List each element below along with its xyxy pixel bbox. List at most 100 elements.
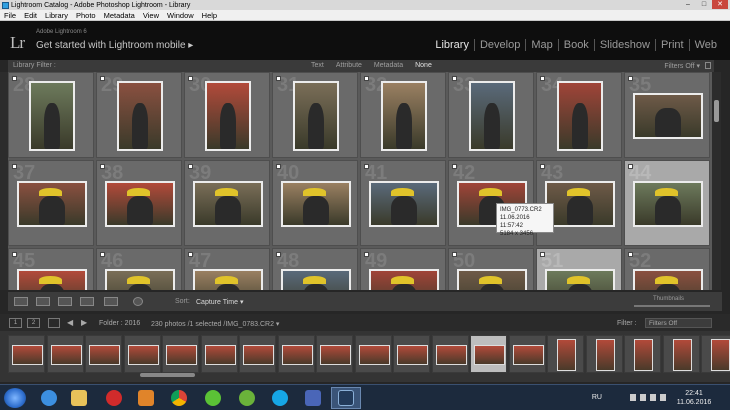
filmstrip-cell[interactable] <box>393 335 430 373</box>
clock[interactable]: 22:41 11.06.2016 <box>674 389 714 407</box>
filmstrip-cell[interactable] <box>431 335 469 373</box>
photo-thumbnail[interactable] <box>205 81 251 151</box>
main-window-button[interactable]: 1 <box>9 318 22 328</box>
menu-photo[interactable]: Photo <box>72 11 100 20</box>
filter-attribute[interactable]: Attribute <box>330 62 368 69</box>
photo-thumbnail[interactable] <box>105 181 175 227</box>
selection-info[interactable]: 230 photos /1 selected /IMG_0783.CR2 ▾ <box>151 320 279 328</box>
filmstrip-thumbnail[interactable] <box>512 345 544 365</box>
filmstrip-cell[interactable] <box>239 335 276 373</box>
grid-cell[interactable]: 51 <box>536 248 622 290</box>
grid-cell[interactable]: 37 <box>8 160 94 246</box>
grid-cell[interactable]: 40 <box>272 160 358 246</box>
grid-cell[interactable]: 33 <box>448 72 534 158</box>
back-arrow-icon[interactable]: ◀ <box>67 318 73 327</box>
flag-icon[interactable] <box>276 164 281 169</box>
grid-cell[interactable]: 44 <box>624 160 710 246</box>
filmstrip-scrollbar[interactable] <box>140 373 195 377</box>
filmstrip-cell[interactable] <box>470 335 507 373</box>
flag-icon[interactable] <box>628 76 633 81</box>
filmstrip-cell[interactable] <box>46 335 84 373</box>
filmstrip-cell[interactable] <box>316 335 353 373</box>
flag-icon[interactable] <box>100 76 105 81</box>
flag-icon[interactable] <box>628 164 633 169</box>
grid-view-icon[interactable] <box>14 297 28 306</box>
grid-cell[interactable]: 48 <box>272 248 358 290</box>
photo-thumbnail[interactable] <box>281 181 351 227</box>
grid-cell[interactable]: 49 <box>360 248 446 290</box>
grid-cell[interactable]: 32 <box>360 72 446 158</box>
photo-thumbnail[interactable] <box>17 181 87 227</box>
photo-thumbnail[interactable] <box>117 81 163 151</box>
filmstrip-filter-dropdown[interactable]: Filters Off <box>645 318 712 328</box>
flag-icon[interactable] <box>540 252 545 257</box>
filter-none[interactable]: None <box>409 62 438 69</box>
taskbar-skype[interactable] <box>265 387 295 409</box>
grid-cell[interactable]: 31 <box>272 72 358 158</box>
filmstrip-cell[interactable] <box>277 335 315 373</box>
forward-arrow-icon[interactable]: ▶ <box>81 318 87 327</box>
painter-icon[interactable] <box>133 297 143 306</box>
flag-icon[interactable] <box>276 76 281 81</box>
folder-source[interactable]: Folder : 2016 <box>99 320 140 327</box>
taskbar-icq[interactable] <box>198 387 228 409</box>
filmstrip-thumbnail[interactable] <box>672 339 692 371</box>
menu-edit[interactable]: Edit <box>20 11 41 20</box>
filmstrip-cell[interactable] <box>701 335 730 373</box>
taskbar-chrome[interactable] <box>164 387 194 409</box>
menu-window[interactable]: Window <box>163 11 198 20</box>
module-map[interactable]: Map <box>525 39 557 51</box>
left-panel-toggle[interactable] <box>0 72 8 290</box>
flag-icon[interactable] <box>188 76 193 81</box>
minimize-button[interactable]: – <box>680 0 696 9</box>
grid-cell[interactable]: 52 <box>624 248 710 290</box>
filmstrip-thumbnail[interactable] <box>166 345 197 365</box>
module-print[interactable]: Print <box>654 39 689 51</box>
grid-cell[interactable]: 29 <box>96 72 182 158</box>
flag-icon[interactable] <box>628 252 633 257</box>
filmstrip-thumbnail[interactable] <box>204 345 236 365</box>
close-button[interactable]: ✕ <box>712 0 728 9</box>
filmstrip-thumbnail[interactable] <box>595 339 615 371</box>
taskbar-utorrent[interactable] <box>232 387 262 409</box>
flag-icon[interactable] <box>364 76 369 81</box>
grid-scrollbar[interactable] <box>712 72 721 290</box>
flag-icon[interactable] <box>540 76 545 81</box>
filmstrip-cell[interactable] <box>8 335 45 373</box>
filmstrip-thumbnail[interactable] <box>557 339 576 371</box>
flag-icon[interactable] <box>12 164 17 169</box>
module-library[interactable]: Library <box>430 39 474 51</box>
flag-icon[interactable] <box>100 164 105 169</box>
photo-thumbnail[interactable] <box>633 269 703 290</box>
menu-library[interactable]: Library <box>41 11 72 20</box>
flag-icon[interactable] <box>364 164 369 169</box>
filmstrip-cell[interactable] <box>200 335 238 373</box>
flag-icon[interactable] <box>364 252 369 257</box>
filmstrip-cell[interactable] <box>85 335 122 373</box>
filmstrip-thumbnail[interactable] <box>474 345 505 365</box>
photo-thumbnail[interactable] <box>293 81 339 151</box>
filter-presets-dropdown[interactable]: Filters Off ▾ <box>664 62 700 70</box>
filter-metadata[interactable]: Metadata <box>368 62 409 69</box>
filmstrip-thumbnail[interactable] <box>435 345 467 365</box>
filmstrip-cell[interactable] <box>585 335 623 373</box>
filmstrip-thumbnail[interactable] <box>281 345 313 365</box>
photo-thumbnail[interactable] <box>457 269 527 290</box>
filmstrip-cell[interactable] <box>123 335 161 373</box>
flag-icon[interactable] <box>276 252 281 257</box>
filmstrip-cell[interactable] <box>547 335 584 373</box>
taskbar-ie[interactable] <box>34 387 64 409</box>
people-view-icon[interactable] <box>104 297 118 306</box>
module-web[interactable]: Web <box>688 39 722 51</box>
flag-icon[interactable] <box>452 252 457 257</box>
grid-cell[interactable]: 34 <box>536 72 622 158</box>
taskbar-lightroom[interactable] <box>331 387 361 409</box>
flag-icon[interactable] <box>452 76 457 81</box>
module-develop[interactable]: Develop <box>473 39 525 51</box>
filmstrip-thumbnail[interactable] <box>12 345 43 365</box>
thumbnail-size-slider[interactable] <box>634 305 710 307</box>
menu-file[interactable]: File <box>0 11 20 20</box>
filter-text[interactable]: Text <box>305 62 330 69</box>
grid-cell[interactable]: 47 <box>184 248 270 290</box>
tray-icon-volume[interactable] <box>660 394 666 401</box>
